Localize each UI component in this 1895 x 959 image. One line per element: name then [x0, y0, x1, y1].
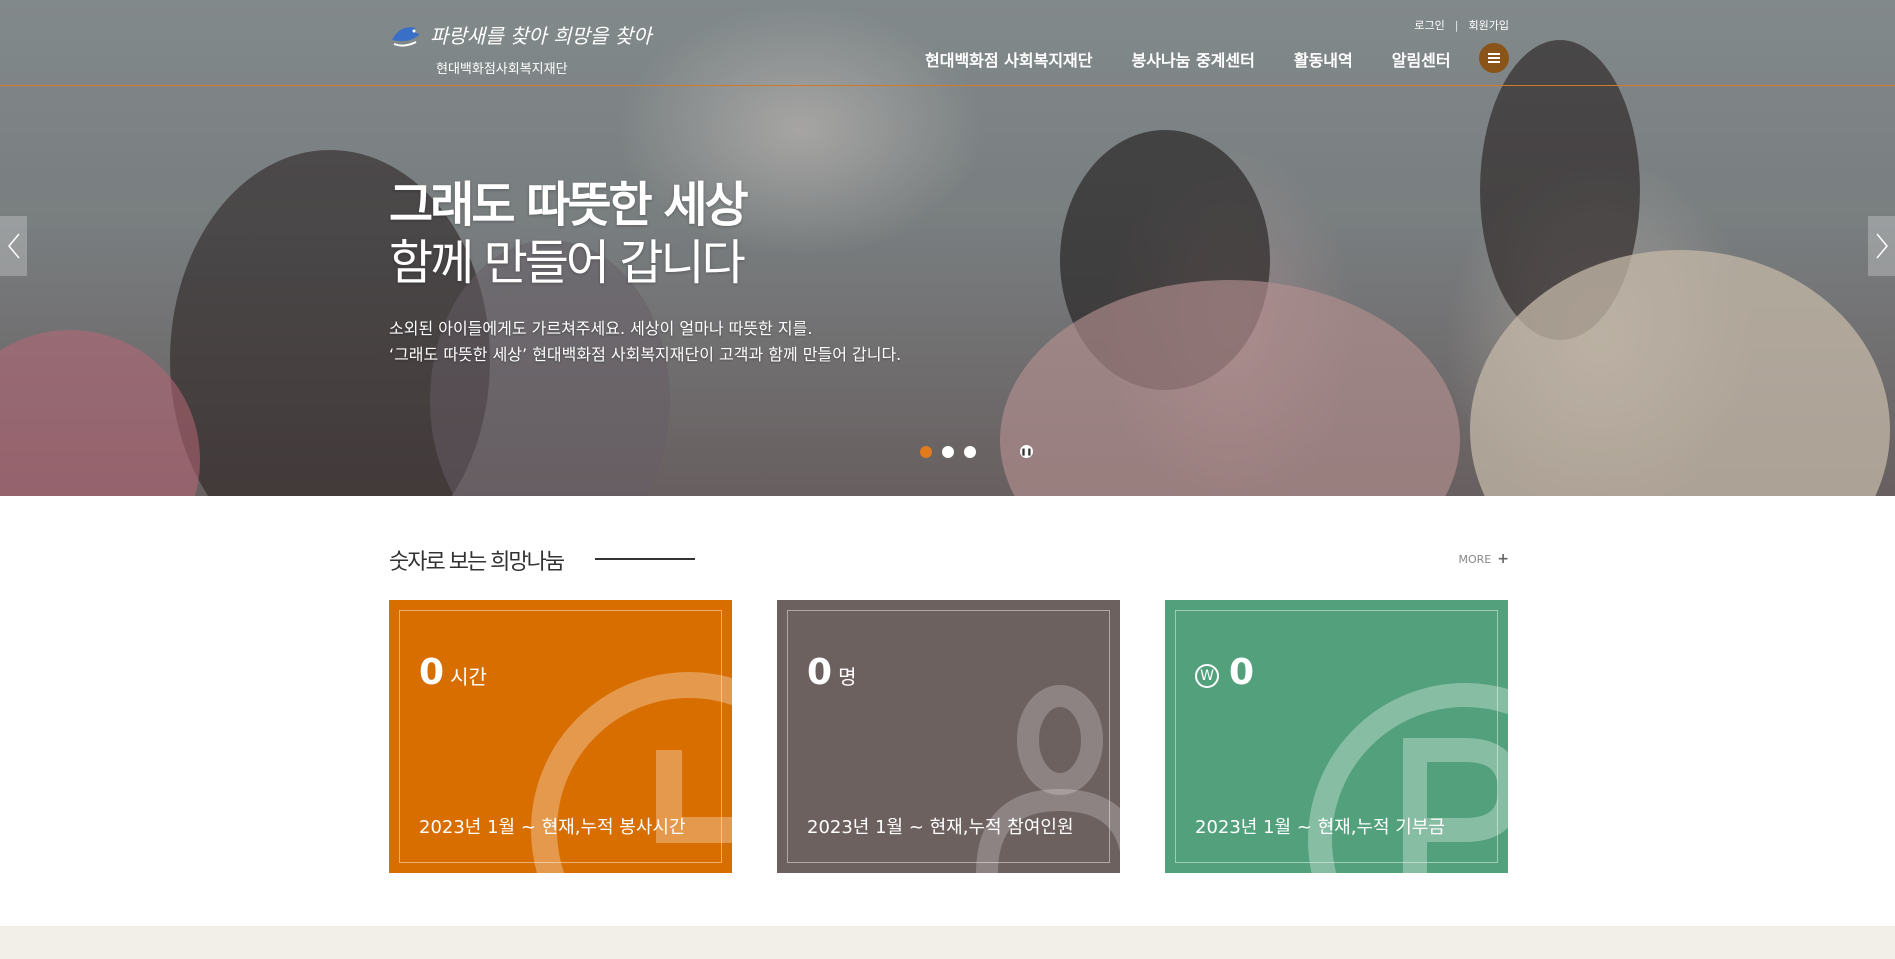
- nav-item-volunteer-center[interactable]: 봉사나눔 중계센터: [1132, 47, 1255, 71]
- stat-card-hours: 0 시간 2023년 1월 ~ 현재,누적 봉사시간: [389, 600, 732, 873]
- nav-item-notice-center[interactable]: 알림센터: [1392, 47, 1451, 71]
- stat-value: 0: [807, 652, 833, 693]
- plus-icon: +: [1497, 551, 1509, 567]
- slide-dot-1[interactable]: [920, 445, 932, 458]
- stat-donations: W 0: [1195, 652, 1254, 693]
- stat-hours: 0 시간: [419, 652, 487, 693]
- slider-next-button[interactable]: [1868, 216, 1895, 276]
- title-underline: [595, 558, 695, 560]
- main-nav: 현대백화점 사회복지재단 봉사나눔 중계센터 활동내역 알림센터: [925, 47, 1451, 71]
- stat-value: 0: [1229, 652, 1255, 693]
- stat-period: 2023년 1월 ~ 현재,누적 봉사시간: [419, 817, 686, 838]
- signup-link[interactable]: 회원가입: [1469, 17, 1509, 33]
- logo-script: 파랑새를 찾아 희망을 찾아: [390, 20, 651, 49]
- stat-period: 2023년 1월 ~ 현재,누적 기부금: [1195, 817, 1445, 838]
- stats-section-title: 숫자로 보는 희망나눔: [389, 550, 565, 575]
- hero-overlay: [0, 0, 1895, 496]
- pause-icon: ❚❚: [1020, 447, 1033, 456]
- hamburger-icon: [1488, 57, 1500, 59]
- nav-item-foundation[interactable]: 현대백화점 사회복지재단: [925, 47, 1093, 71]
- login-link[interactable]: 로그인: [1414, 17, 1444, 33]
- hero-title-line2: 함께 만들어 갑니다: [389, 235, 746, 291]
- bluebird-icon: [392, 26, 420, 47]
- slider-prev-button[interactable]: [0, 216, 27, 276]
- stat-card-participants: 0 명 2023년 1월 ~ 현재,누적 참여인원: [777, 600, 1120, 873]
- hero-desc-line1: 소외된 아이들에게도 가르쳐주세요. 세상이 얼마나 따뜻한 지를.: [389, 319, 813, 338]
- hero-description: 소외된 아이들에게도 가르쳐주세요. 세상이 얼마나 따뜻한 지를. ‘그래도 …: [389, 316, 901, 368]
- chevron-left-icon: [7, 233, 20, 259]
- stat-participants: 0 명: [807, 652, 856, 693]
- more-link[interactable]: MORE +: [1459, 551, 1509, 567]
- utility-links: 로그인 | 회원가입: [1414, 17, 1509, 33]
- logo-subtitle: 현대백화점사회복지재단: [436, 62, 568, 77]
- stat-card-donations: W 0 2023년 1월 ~ 현재,누적 기부금: [1165, 600, 1508, 873]
- slide-dot-2[interactable]: [942, 445, 954, 458]
- logo-script-text: 파랑새를 찾아 희망을 찾아: [430, 24, 652, 48]
- slide-dot-3[interactable]: [964, 445, 976, 458]
- slider-pause-button[interactable]: ❚❚: [1020, 445, 1033, 458]
- header-divider: [0, 85, 1895, 86]
- hero-title-line1: 그래도 따뜻한 세상: [389, 177, 749, 233]
- slider-pagination: ❚❚: [920, 445, 1033, 458]
- util-separator: |: [1454, 18, 1459, 32]
- hero-desc-line2: ‘그래도 따뜻한 세상’ 현대백화점 사회복지재단이 고객과 함께 만들어 갑니…: [389, 345, 902, 364]
- more-label: MORE: [1458, 552, 1492, 566]
- hero-title: 그래도 따뜻한 세상 함께 만들어 갑니다: [389, 176, 749, 292]
- nav-item-activities[interactable]: 활동내역: [1294, 47, 1353, 71]
- won-currency-icon: W: [1195, 664, 1219, 688]
- all-menu-button[interactable]: [1479, 43, 1509, 73]
- hero-slider: 파랑새를 찾아 희망을 찾아 현대백화점사회복지재단 로그인 | 회원가입 현대…: [0, 0, 1895, 496]
- chevron-right-icon: [1875, 233, 1888, 259]
- stat-unit: 시간: [450, 665, 487, 689]
- stat-unit: 명: [838, 665, 857, 689]
- stat-period: 2023년 1월 ~ 현재,누적 참여인원: [807, 817, 1074, 838]
- stat-value: 0: [419, 652, 445, 693]
- lower-section-band: [0, 926, 1895, 959]
- site-logo[interactable]: 파랑새를 찾아 희망을 찾아 현대백화점사회복지재단: [390, 18, 651, 78]
